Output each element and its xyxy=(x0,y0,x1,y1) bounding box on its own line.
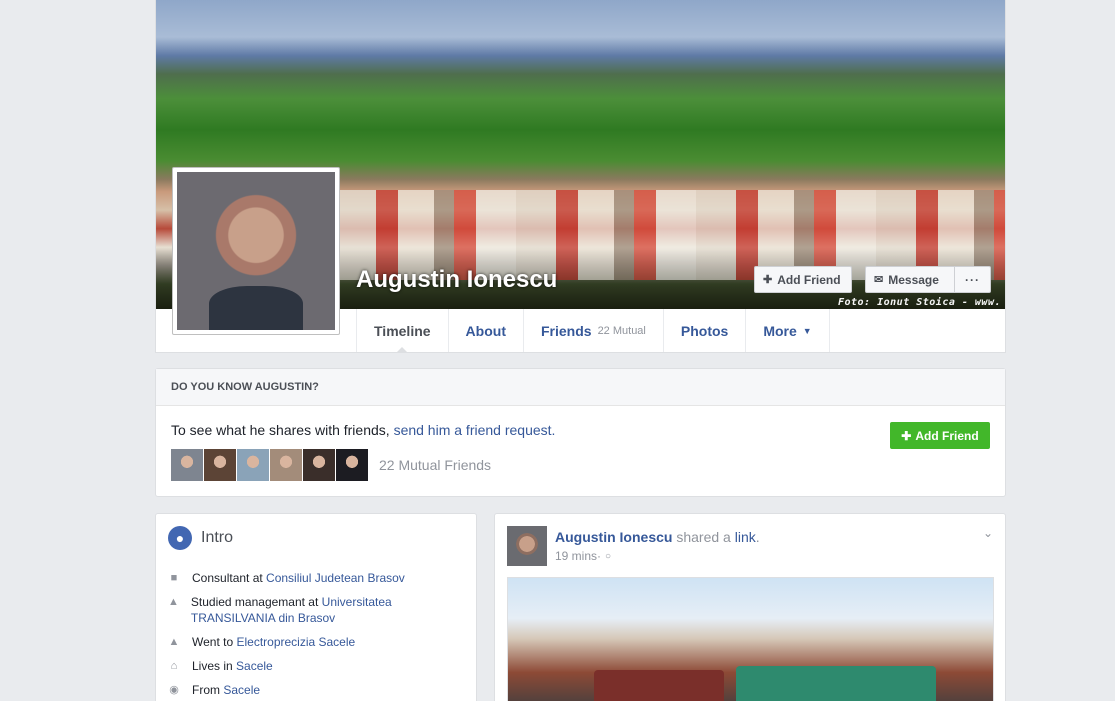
intro-item-text: From Sacele xyxy=(192,682,260,698)
intro-header: ● Intro xyxy=(168,526,233,550)
profile-picture-image xyxy=(177,172,335,331)
friend-request-prompt-text: To see what he shares with friends, xyxy=(171,422,394,438)
intro-item-link[interactable]: Sacele xyxy=(223,683,260,697)
intro-item-link[interactable]: Consiliul Judetean Brasov xyxy=(266,571,405,585)
intro-item-prefix: Went to xyxy=(192,635,237,649)
intro-item-text: Consultant at Consiliul Judetean Brasov xyxy=(192,570,405,586)
tab-more[interactable]: More ▼ xyxy=(746,309,830,352)
briefcase-icon: ■ xyxy=(170,572,178,584)
intro-item-link[interactable]: Sacele xyxy=(236,659,273,673)
post-period: . xyxy=(755,529,760,545)
post-card: Augustin Ionescu shared a link. 19 mins … xyxy=(494,513,1006,701)
intro-item-lives: ⌂ Lives in Sacele xyxy=(168,658,468,674)
tab-timeline[interactable]: Timeline xyxy=(357,309,449,353)
bus-shape xyxy=(594,670,724,701)
add-friend-green-button[interactable]: ✚ Add Friend xyxy=(890,422,990,449)
location-pin-icon: ◉ xyxy=(169,684,179,696)
intro-item-prefix: From xyxy=(192,683,224,697)
intro-list: ■ Consultant at Consiliul Judetean Braso… xyxy=(168,570,468,701)
intro-item-work: ■ Consultant at Consiliul Judetean Braso… xyxy=(168,570,468,586)
post-link-image[interactable] xyxy=(507,577,994,701)
tab-friends[interactable]: Friends 22 Mutual xyxy=(524,309,664,352)
intro-item-university: ▲ Studied managemant at Universitatea TR… xyxy=(168,594,468,626)
intro-item-from: ◉ From Sacele xyxy=(168,682,468,698)
mutual-friends-row: 22 Mutual Friends xyxy=(171,449,491,481)
intro-item-prefix: Studied managemant at xyxy=(190,595,322,609)
mutual-friend-thumb[interactable] xyxy=(336,449,368,481)
mutual-friend-thumb[interactable] xyxy=(171,449,203,481)
intro-item-prefix: Lives in xyxy=(192,659,237,673)
graduation-cap-icon: ▲ xyxy=(168,596,179,608)
mutual-friends-link[interactable]: 22 Mutual Friends xyxy=(379,457,491,473)
message-icon: ✉ xyxy=(874,274,884,286)
tab-more-label: More xyxy=(763,322,797,339)
profile-header: Foto: Ionut Stoica - www. Augustin Iones… xyxy=(155,0,1006,353)
intro-item-link[interactable]: Electroprecizia Sacele xyxy=(236,635,355,649)
profile-picture[interactable] xyxy=(172,167,340,335)
add-friend-icon: ✚ xyxy=(901,428,912,443)
post-action-text: shared a xyxy=(672,529,735,545)
house-icon: ⌂ xyxy=(170,660,178,672)
tab-friends-mutual-count: 22 Mutual xyxy=(597,324,646,337)
chevron-down-icon: ▼ xyxy=(802,325,812,336)
intro-item-prefix: Consultant at xyxy=(192,571,267,585)
intro-item-text: Lives in Sacele xyxy=(192,658,273,674)
mutual-friend-thumb[interactable] xyxy=(237,449,269,481)
tab-about[interactable]: About xyxy=(449,309,524,352)
do-you-know-heading: DO YOU KNOW AUGUSTIN? xyxy=(156,369,1005,406)
cover-credit: Foto: Ionut Stoica - www. xyxy=(837,297,1001,308)
add-friend-button[interactable]: ✚ Add Friend xyxy=(754,266,852,293)
tab-timeline-label: Timeline xyxy=(374,322,431,339)
add-friend-green-label: Add Friend xyxy=(915,428,979,443)
do-you-know-card: DO YOU KNOW AUGUSTIN? To see what he sha… xyxy=(155,368,1006,497)
more-dots-icon: ··· xyxy=(965,272,980,287)
tab-photos-label: Photos xyxy=(680,322,729,339)
post-author-name[interactable]: Augustin Ionescu xyxy=(555,529,672,545)
intro-title: Intro xyxy=(201,529,234,546)
post-object-link[interactable]: link xyxy=(735,529,756,545)
post-author-avatar[interactable] xyxy=(507,526,547,566)
intro-item-text: Went to Electroprecizia Sacele xyxy=(192,634,355,650)
message-button[interactable]: ✉ Message xyxy=(865,266,955,293)
profile-tabs: Timeline About Friends 22 Mutual Photos … xyxy=(356,309,830,353)
intro-item-text: Studied managemant at Universitatea TRAN… xyxy=(191,594,468,626)
post-meta: 19 mins · ○ xyxy=(555,549,611,563)
graduation-cap-icon: ▲ xyxy=(168,636,180,648)
tab-photos[interactable]: Photos xyxy=(664,309,747,352)
intro-item-school: ▲ Went to Electroprecizia Sacele xyxy=(168,634,468,650)
post-options-chevron-icon[interactable]: ⌄ xyxy=(983,526,993,540)
mutual-friend-thumb[interactable] xyxy=(270,449,302,481)
message-label: Message xyxy=(888,272,939,287)
friend-request-prompt: To see what he shares with friends, send… xyxy=(171,422,555,438)
add-friend-icon: ✚ xyxy=(763,274,773,286)
post-timestamp[interactable]: 19 mins xyxy=(555,549,597,563)
add-friend-label: Add Friend xyxy=(777,272,841,287)
more-options-button[interactable]: ··· xyxy=(955,266,991,293)
intro-card: ● Intro ■ Consultant at Consiliul Judete… xyxy=(155,513,477,701)
mutual-friend-thumb[interactable] xyxy=(204,449,236,481)
post-meta-separator: · xyxy=(597,549,602,563)
tab-about-label: About xyxy=(465,322,506,339)
mutual-friend-thumb[interactable] xyxy=(303,449,335,481)
globe-icon[interactable]: ○ xyxy=(605,551,611,562)
tab-friends-label: Friends xyxy=(540,322,592,339)
send-friend-request-link[interactable]: send him a friend request. xyxy=(394,422,556,438)
globe-icon: ● xyxy=(168,526,192,550)
profile-name[interactable]: Augustin Ionescu xyxy=(356,266,557,294)
bus-shape xyxy=(736,666,936,701)
post-header: Augustin Ionescu shared a link. xyxy=(555,529,760,545)
